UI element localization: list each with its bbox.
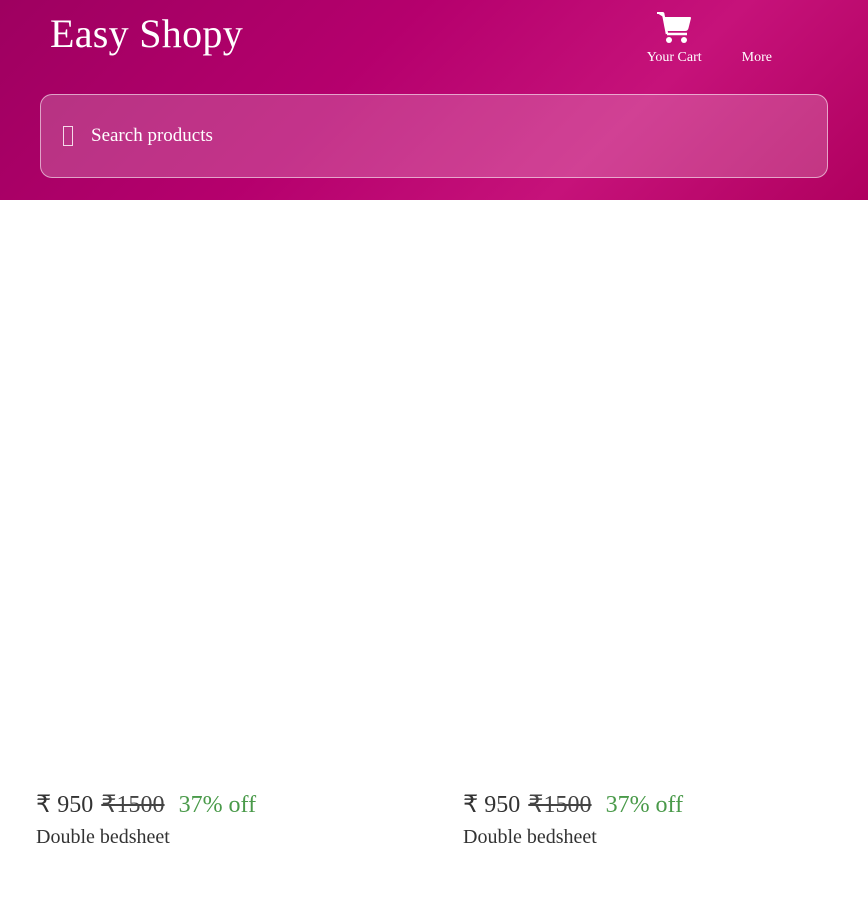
product-name[interactable]: Double bedsheet xyxy=(463,826,597,849)
product-card[interactable]: ₹ 950 ₹1500 37% off Double bedsheet xyxy=(36,200,436,860)
original-price: ₹1500 xyxy=(528,792,592,818)
product-card[interactable]: ₹ 950 ₹1500 37% off Double bedsheet xyxy=(463,200,863,860)
shopping-cart-icon xyxy=(656,10,692,44)
search-icon xyxy=(63,126,73,146)
cart-button[interactable]: Your Cart xyxy=(647,10,702,66)
app-header: Easy Shopy Your Cart More xyxy=(0,0,868,200)
product-image[interactable] xyxy=(463,200,843,770)
more-label: More xyxy=(741,50,772,65)
search-bar[interactable] xyxy=(40,94,828,178)
current-price: ₹ 950 xyxy=(463,792,521,818)
product-image[interactable] xyxy=(36,200,416,770)
current-price: ₹ 950 xyxy=(36,792,94,818)
original-price: ₹1500 xyxy=(101,792,165,818)
product-grid: ₹ 950 ₹1500 37% off Double bedsheet ₹ 95… xyxy=(0,200,868,900)
price-row: ₹ 950 ₹1500 37% off xyxy=(36,790,256,819)
header-nav: Your Cart More xyxy=(647,4,772,66)
search-input[interactable] xyxy=(89,124,693,148)
price-row: ₹ 950 ₹1500 37% off xyxy=(463,790,683,819)
product-name[interactable]: Double bedsheet xyxy=(36,826,170,849)
discount-badge: 37% off xyxy=(605,792,684,818)
cart-label: Your Cart xyxy=(646,50,702,65)
brand-logo-text[interactable]: Easy Shopy xyxy=(50,10,243,57)
more-button[interactable]: More xyxy=(742,4,772,66)
discount-badge: 37% off xyxy=(178,792,257,818)
